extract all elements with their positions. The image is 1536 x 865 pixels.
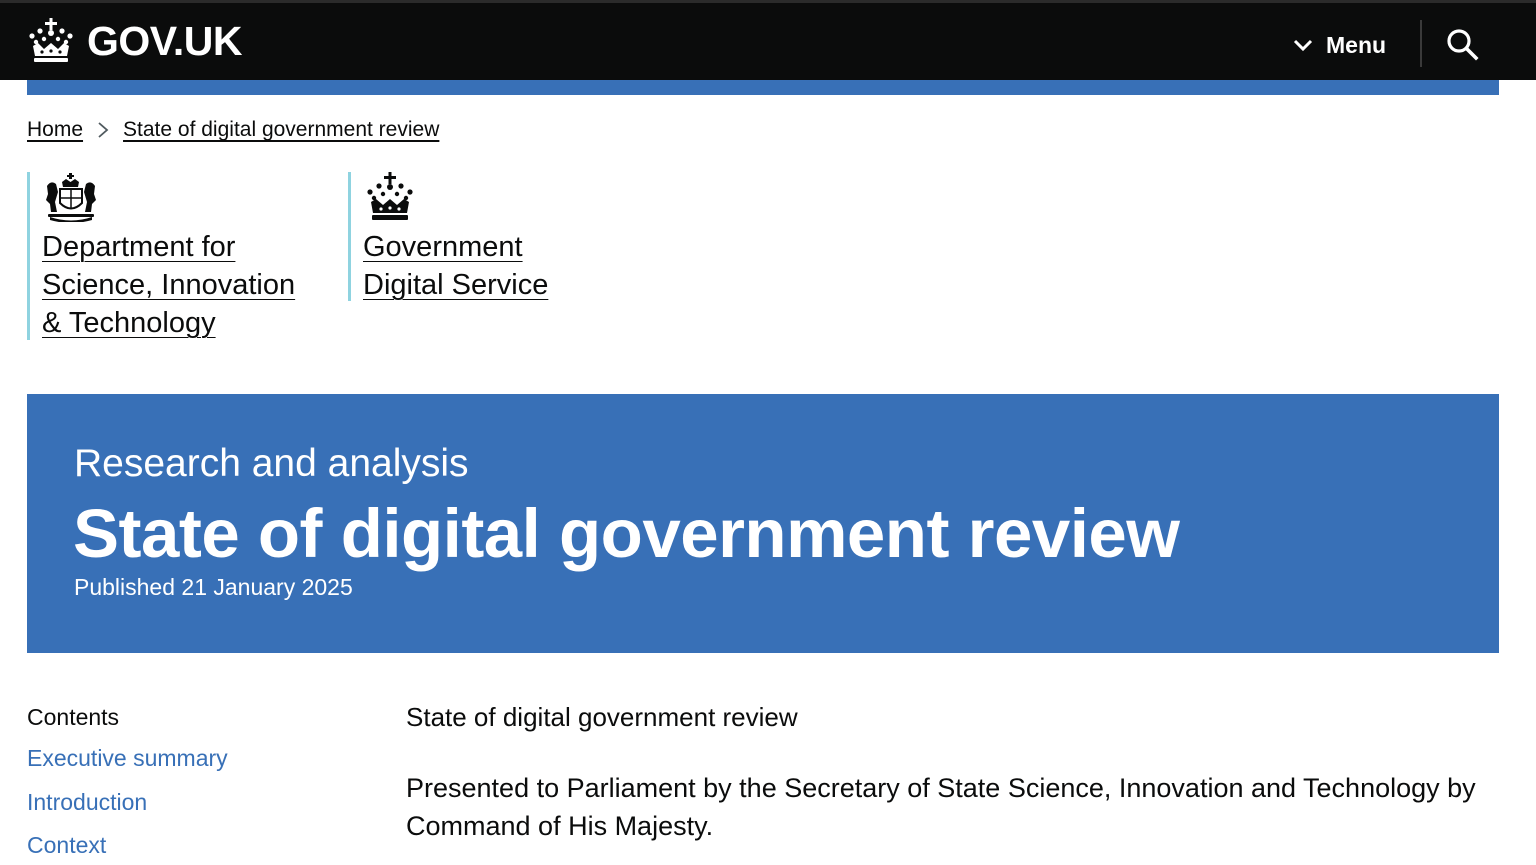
royal-coat-of-arms-icon bbox=[46, 173, 96, 222]
contents-link-context[interactable]: Context bbox=[27, 832, 106, 858]
header-accent-bar bbox=[27, 80, 1499, 95]
body-title: State of digital government review bbox=[406, 702, 798, 732]
breadcrumb: Home State of digital government review bbox=[27, 118, 439, 142]
breadcrumb-current-link[interactable]: State of digital government review bbox=[123, 118, 439, 142]
contents-list: Executive summary Introduction Context bbox=[27, 745, 357, 865]
contents-item: Context bbox=[27, 832, 357, 865]
title-banner: Research and analysis State of digital g… bbox=[27, 394, 1499, 653]
contents-link-executive-summary[interactable]: Executive summary bbox=[27, 745, 228, 771]
menu-button[interactable]: Menu bbox=[1292, 25, 1386, 65]
breadcrumb-home-link[interactable]: Home bbox=[27, 118, 83, 142]
contents-item: Executive summary bbox=[27, 745, 357, 789]
body-paragraph: Presented to Parliament by the Secretary… bbox=[406, 773, 1476, 841]
organisation-link-gds[interactable]: Government Digital Service bbox=[363, 228, 573, 304]
logo-text: GOV.UK bbox=[87, 17, 242, 64]
organisation-logo-gds: Government Digital Service bbox=[348, 172, 578, 301]
organisation-link-dsit[interactable]: Department for Science, Innovation & Tec… bbox=[42, 228, 322, 342]
contents-link-introduction[interactable]: Introduction bbox=[27, 789, 147, 815]
crown-icon bbox=[367, 172, 413, 220]
menu-label: Menu bbox=[1326, 31, 1387, 58]
chevron-down-icon bbox=[1293, 39, 1313, 52]
search-button[interactable] bbox=[1445, 27, 1479, 61]
chevron-right-icon bbox=[98, 122, 109, 138]
search-icon bbox=[1447, 29, 1479, 61]
organisation-logo-dsit: Department for Science, Innovation & Tec… bbox=[27, 172, 317, 340]
site-header: GOV.UK Menu bbox=[0, 0, 1536, 80]
document-type: Research and analysis bbox=[74, 442, 469, 485]
contents-item: Introduction bbox=[27, 789, 357, 833]
published-date: Published 21 January 2025 bbox=[74, 574, 353, 600]
crown-icon bbox=[29, 18, 73, 62]
header-divider bbox=[1420, 20, 1422, 67]
contents-heading: Contents bbox=[27, 704, 120, 730]
page-title: State of digital government review bbox=[73, 495, 1180, 572]
govuk-logo-link[interactable]: GOV.UK bbox=[26, 13, 242, 69]
contents-nav: Contents Executive summary Introduction … bbox=[27, 704, 357, 865]
main-content: State of digital government review Prese… bbox=[406, 702, 1496, 845]
